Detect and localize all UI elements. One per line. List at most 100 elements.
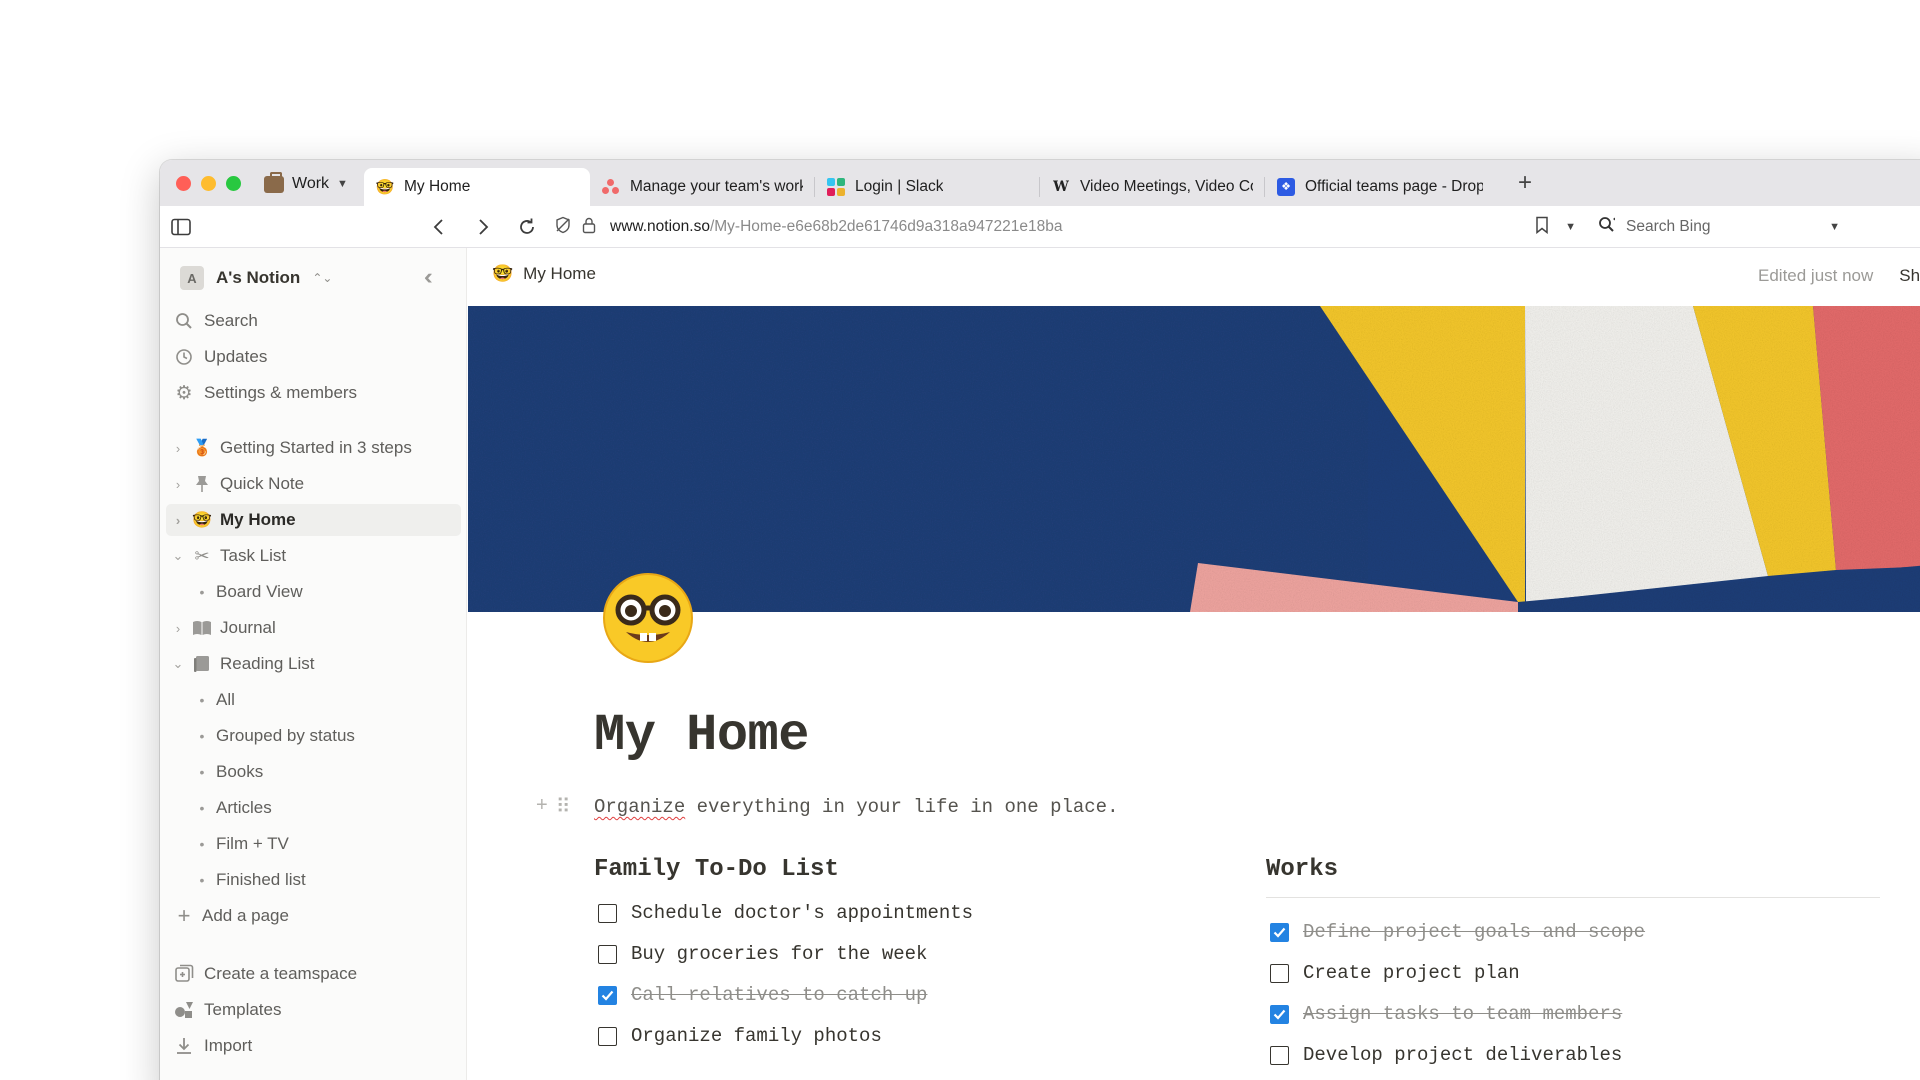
sidebar-item-label: Add a page [202, 906, 289, 925]
breadcrumb[interactable]: 🤓 My Home [492, 264, 596, 284]
todo-text[interactable]: Call relatives to catch up [631, 984, 927, 1006]
todo-item[interactable]: Organize family photos [598, 1025, 882, 1047]
todo-text[interactable]: Organize family photos [631, 1025, 882, 1047]
chevron-right-icon[interactable]: › [166, 513, 190, 528]
search-engine-bar[interactable]: Search Bing ▼ [1588, 210, 1850, 244]
chevron-right-icon[interactable]: › [166, 621, 190, 636]
sidebar-item-label: All [216, 690, 235, 709]
chevron-right-icon[interactable]: › [166, 477, 190, 492]
back-icon[interactable] [426, 214, 452, 240]
bullet-icon: • [199, 872, 205, 888]
tab-whereby[interactable]: W Video Meetings, Video Cor [1040, 168, 1265, 206]
drag-handle-icon[interactable]: ⠿ [556, 794, 571, 819]
container-selector[interactable]: Work ▼ [264, 171, 348, 196]
checkbox-checked[interactable] [1270, 922, 1289, 942]
tab-my-home[interactable]: 🤓 My Home [364, 168, 590, 206]
tab-dropbox[interactable]: ❖ Official teams page - Drop [1265, 168, 1495, 206]
todo-item[interactable]: Develop project deliverables [1270, 1044, 1622, 1066]
sidebar-item-reading-list[interactable]: ⌄ Reading List [166, 648, 461, 680]
bullet-icon: • [199, 800, 205, 816]
checkbox[interactable] [1270, 1045, 1289, 1065]
page-title[interactable]: My Home [594, 706, 809, 765]
sidebar-item-templates[interactable]: Templates [166, 994, 461, 1026]
chevron-down-icon[interactable]: ⌄ [166, 548, 190, 564]
tab-slack[interactable]: Login | Slack [815, 168, 1040, 206]
divider [1266, 897, 1880, 898]
todo-text[interactable]: Schedule doctor's appointments [631, 902, 973, 924]
checkbox[interactable] [598, 903, 617, 923]
sidebar-item-my-home[interactable]: › 🤓 My Home [166, 504, 461, 536]
sidebar-item-getting-started[interactable]: › 🥉 Getting Started in 3 steps [166, 432, 461, 464]
chevron-down-icon[interactable]: ⌄ [166, 656, 190, 672]
sidebar-toggle-icon[interactable] [168, 214, 194, 240]
checkbox-checked[interactable] [598, 985, 617, 1005]
page-description[interactable]: Organize everything in your life in one … [594, 796, 1119, 818]
sidebar-item-import[interactable]: Import [166, 1030, 461, 1062]
briefcase-icon [264, 171, 284, 193]
family-todo-heading[interactable]: Family To-Do List [594, 856, 839, 883]
todo-item[interactable]: Schedule doctor's appointments [598, 902, 973, 924]
nerd-face-icon: 🤓 [375, 178, 395, 196]
sidebar-item-film-tv[interactable]: • Film + TV [166, 828, 461, 860]
todo-item[interactable]: Buy groceries for the week [598, 943, 927, 965]
nerd-face-icon[interactable] [598, 566, 698, 666]
workspace-switcher[interactable]: A A's Notion ⌃⌄ [180, 264, 332, 292]
sidebar-item-books[interactable]: • Books [166, 756, 461, 788]
url-bar[interactable]: www.notion.so/My-Home-e6e68b2de61746d9a3… [552, 210, 1586, 244]
checkbox[interactable] [598, 1026, 617, 1046]
sidebar-item-quick-note[interactable]: › Quick Note [166, 468, 461, 500]
lock-icon[interactable] [582, 216, 596, 239]
close-window-button[interactable] [176, 176, 191, 191]
search-icon [172, 310, 196, 332]
plus-icon[interactable]: + [536, 794, 548, 819]
sidebar-item-updates[interactable]: Updates [166, 341, 461, 373]
sidebar-item-task-list[interactable]: ⌄ ✂ Task List [166, 540, 461, 572]
check-icon [1273, 1009, 1286, 1020]
todo-item[interactable]: Define project goals and scope [1270, 921, 1645, 943]
url-dropdown-icon[interactable]: ▼ [1565, 221, 1576, 233]
reload-icon[interactable] [514, 214, 540, 240]
sidebar-item-label: Task List [220, 546, 287, 565]
works-heading[interactable]: Works [1266, 856, 1338, 883]
page-area: 🤓 My Home Edited just now Share [468, 248, 1920, 1080]
tab-asana[interactable]: Manage your team's work, [590, 168, 815, 206]
new-tab-button[interactable]: + [1518, 170, 1532, 196]
sidebar-item-search[interactable]: Search [166, 305, 461, 337]
todo-item[interactable]: Create project plan [1270, 962, 1520, 984]
pushpin-icon [190, 473, 214, 495]
todo-text[interactable]: Create project plan [1303, 962, 1520, 984]
minimize-window-button[interactable] [201, 176, 216, 191]
forward-icon[interactable] [470, 214, 496, 240]
checkbox[interactable] [1270, 963, 1289, 983]
block-handle[interactable]: + ⠿ [536, 794, 570, 819]
sidebar-item-settings[interactable]: ⚙ Settings & members [166, 377, 461, 409]
workspace-name: A's Notion [216, 268, 301, 287]
todo-text[interactable]: Buy groceries for the week [631, 943, 927, 965]
sidebar-item-grouped-by-status[interactable]: • Grouped by status [166, 720, 461, 752]
todo-text[interactable]: Develop project deliverables [1303, 1044, 1622, 1066]
collapse-sidebar-icon[interactable]: ‹‹ [424, 264, 432, 290]
sidebar-item-create-teamspace[interactable]: Create a teamspace [166, 958, 461, 990]
tracking-protection-icon[interactable] [554, 216, 572, 239]
sidebar-item-finished-list[interactable]: • Finished list [166, 864, 461, 896]
zoom-window-button[interactable] [226, 176, 241, 191]
checkbox[interactable] [598, 944, 617, 964]
bookmark-icon[interactable] [1535, 216, 1549, 238]
todo-text[interactable]: Assign tasks to team members [1303, 1003, 1622, 1025]
sidebar-item-articles[interactable]: • Articles [166, 792, 461, 824]
sidebar-item-all[interactable]: • All [166, 684, 461, 716]
todo-item[interactable]: Call relatives to catch up [598, 984, 927, 1006]
add-page-button[interactable]: + Add a page [166, 900, 461, 932]
chevron-right-icon[interactable]: › [166, 441, 190, 456]
chevron-down-icon[interactable]: ▼ [1829, 221, 1840, 233]
sidebar-item-journal[interactable]: › Journal [166, 612, 461, 644]
share-button[interactable]: Share [1899, 266, 1920, 286]
teamspace-icon [172, 963, 196, 985]
todo-text[interactable]: Define project goals and scope [1303, 921, 1645, 943]
sidebar-item-board-view[interactable]: • Board View [166, 576, 461, 608]
checkbox-checked[interactable] [1270, 1004, 1289, 1024]
url-path: /My-Home-e6e68b2de61746d9a318a947221e18b… [709, 218, 1063, 235]
scissors-icon: ✂ [194, 545, 210, 566]
todo-item[interactable]: Assign tasks to team members [1270, 1003, 1622, 1025]
sidebar-item-label: Grouped by status [216, 726, 355, 745]
